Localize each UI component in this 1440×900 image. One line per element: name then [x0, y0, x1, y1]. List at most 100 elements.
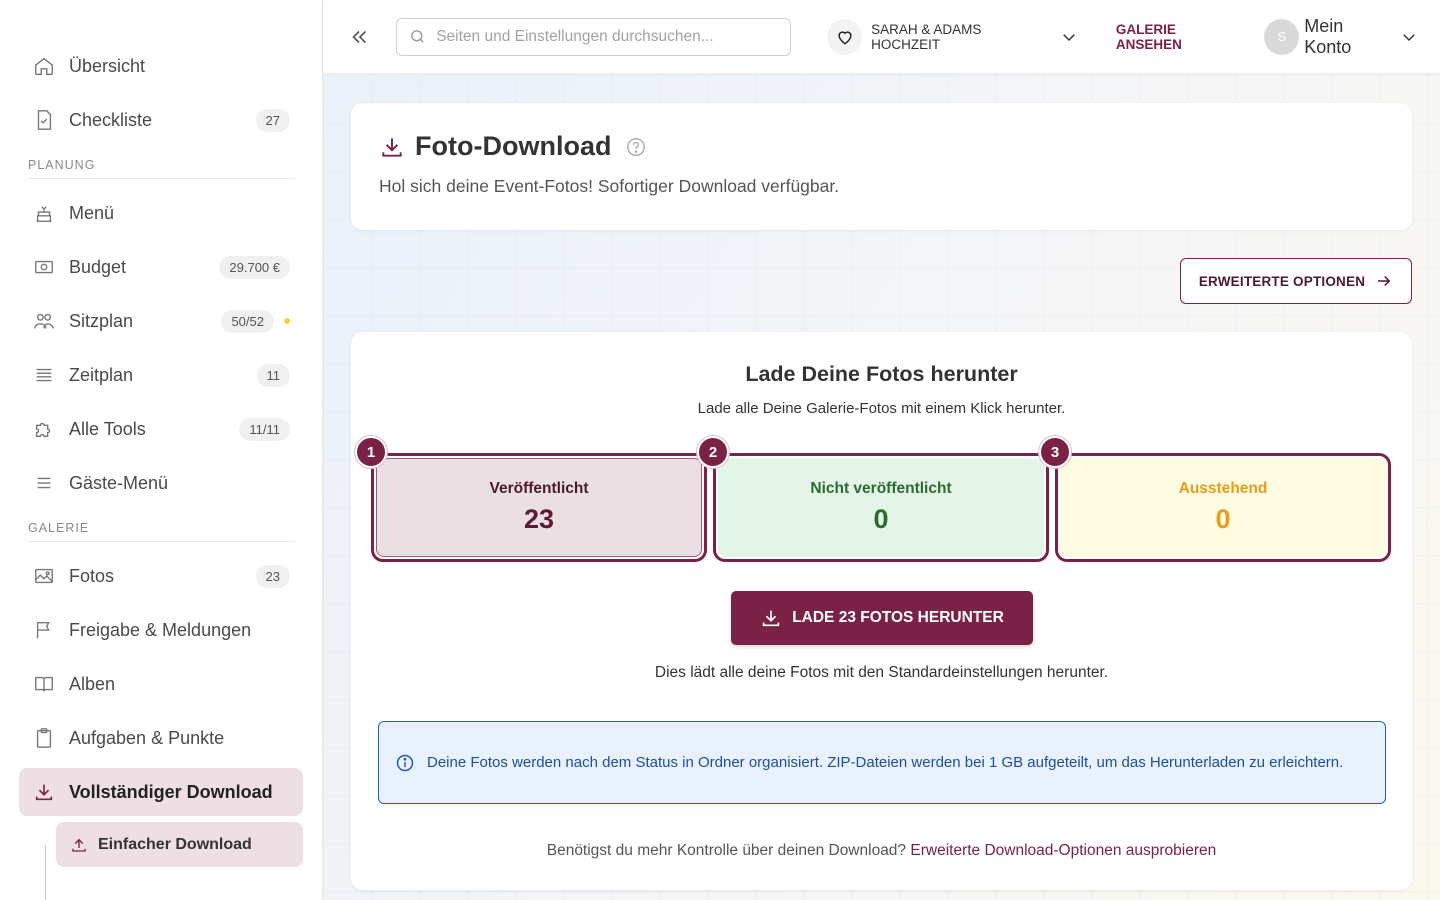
cake-icon [32, 201, 56, 225]
money-icon [32, 255, 56, 279]
arrow-right-icon [1375, 272, 1393, 290]
sidebar-item-guest-menu[interactable]: Gäste-Menü [19, 459, 303, 507]
search-icon [409, 28, 426, 45]
clipboard-icon [32, 726, 56, 750]
footer-prefix: Benötigst du mehr Kontrolle über deinen … [546, 842, 907, 859]
stat-label: Veröffentlicht [489, 480, 589, 497]
stat-label: Ausstehend [1178, 480, 1268, 497]
book-icon [32, 672, 56, 696]
footer-note: Benötigst du mehr Kontrolle über deinen … [351, 842, 1412, 860]
page-header-card: Foto-Download Hol sich deine Event-Fotos… [351, 103, 1412, 230]
heart-icon [827, 18, 863, 55]
stat-value: 0 [1215, 504, 1231, 534]
image-icon [32, 564, 56, 588]
count-badge: 50/52 [221, 309, 274, 333]
sidebar-item-label: Zeitplan [69, 364, 134, 385]
download-button-note: Dies lädt alle deine Fotos mit den Stand… [654, 664, 1109, 681]
advanced-download-link[interactable]: Erweiterte Download-Optionen ausprobiere… [910, 842, 1216, 859]
collapse-sidebar-icon[interactable] [345, 23, 372, 51]
sidebar-item-label: Gäste-Menü [69, 472, 169, 493]
sidebar-item-label: Übersicht [69, 55, 146, 76]
download-description: Lade alle Deine Galerie-Fotos mit einem … [697, 400, 1066, 417]
download-icon [379, 134, 405, 160]
checklist-icon [32, 108, 56, 132]
flag-icon [32, 618, 56, 642]
sidebar: Übersicht Checkliste 27 PLANUNG Menü Bud… [0, 0, 323, 900]
info-text: Deine Fotos werden nach dem Status in Or… [427, 753, 1344, 771]
section-label-gallery: GALERIE [28, 521, 295, 542]
sidebar-item-label: Vollständiger Download [69, 781, 273, 802]
section-label-planning: PLANUNG [28, 158, 295, 179]
sidebar-item-budget[interactable]: Budget 29.700 € [19, 243, 303, 291]
download-icon [760, 607, 782, 629]
stat-unpublished: Nicht veröffentlicht 0 [713, 453, 1049, 562]
step-badge: 3 [1039, 436, 1071, 468]
menu-icon [32, 471, 56, 495]
sidebar-item-label: Menü [69, 202, 115, 223]
page-subtitle: Hol sich deine Event-Fotos! Sofortiger D… [379, 176, 840, 196]
sidebar-item-label: Sitzplan [69, 310, 134, 331]
stat-published: Veröffentlicht 23 [371, 453, 707, 562]
download-icon [32, 780, 56, 804]
page-title: Foto-Download [415, 131, 612, 161]
sidebar-item-albums[interactable]: Alben [19, 660, 303, 708]
search-input[interactable] [436, 27, 777, 46]
sidebar-item-approval[interactable]: Freigabe & Meldungen [19, 606, 303, 654]
sidebar-item-tasks[interactable]: Aufgaben & Punkte [19, 714, 303, 762]
info-icon [395, 753, 415, 773]
advanced-options-label: ERWEITERTE OPTIONEN [1198, 273, 1366, 289]
download-title: Lade Deine Fotos herunter [745, 362, 1018, 386]
stat-pending: Ausstehend 0 [1055, 453, 1391, 562]
download-button-label: LADE 23 FOTOS HERUNTER [792, 609, 1004, 626]
count-badge: 23 [255, 564, 290, 588]
sidebar-item-checklist[interactable]: Checkliste 27 [19, 96, 303, 144]
stat-value: 0 [873, 504, 889, 534]
event-selector[interactable]: SARAH & ADAMS HOCHZEIT [827, 18, 1078, 55]
avatar: S [1264, 18, 1300, 55]
account-menu[interactable]: S Mein Konto [1264, 16, 1418, 58]
sidebar-item-seating[interactable]: Sitzplan 50/52 [19, 297, 303, 345]
count-badge: 11/11 [239, 417, 290, 441]
upload-icon [70, 835, 90, 855]
status-dot [284, 318, 290, 324]
sidebar-item-menu[interactable]: Menü [19, 189, 303, 237]
sidebar-item-timeline[interactable]: Zeitplan 11 [19, 351, 303, 399]
amount-badge: 29.700 € [219, 255, 290, 279]
subnav-line [45, 845, 46, 900]
sidebar-item-label: Alle Tools [69, 418, 146, 439]
sidebar-subitem-label: Einfacher Download [98, 835, 252, 853]
info-alert: Deine Fotos werden nach dem Status in Or… [378, 721, 1386, 804]
step-badge: 2 [697, 436, 729, 468]
sidebar-item-label: Aufgaben & Punkte [69, 727, 225, 748]
main-content: Foto-Download Hol sich deine Event-Fotos… [323, 75, 1440, 900]
view-gallery-link[interactable]: GALERIE ANSEHEN [1116, 22, 1242, 52]
topbar: SARAH & ADAMS HOCHZEIT GALERIE ANSEHEN S… [323, 0, 1440, 74]
people-icon [32, 309, 56, 333]
sidebar-subitem-simple-download[interactable]: Einfacher Download [56, 822, 303, 867]
puzzle-icon [32, 417, 56, 441]
stat-value: 23 [523, 504, 555, 534]
download-photos-button[interactable]: LADE 23 FOTOS HERUNTER [731, 591, 1033, 645]
download-card: Lade Deine Fotos herunter Lade alle Dein… [351, 332, 1412, 890]
help-icon[interactable] [625, 136, 647, 158]
count-badge: 11 [256, 363, 290, 387]
lines-icon [32, 363, 56, 387]
sidebar-item-photos[interactable]: Fotos 23 [19, 552, 303, 600]
sidebar-item-all-tools[interactable]: Alle Tools 11/11 [19, 405, 303, 453]
sidebar-item-label: Checkliste [69, 109, 153, 130]
page-title-row: Foto-Download [379, 131, 1384, 162]
advanced-options-button[interactable]: ERWEITERTE OPTIONEN [1180, 258, 1412, 304]
home-icon [32, 54, 56, 78]
account-label: Mein Konto [1304, 15, 1352, 57]
stat-label: Nicht veröffentlicht [810, 480, 952, 497]
count-badge: 27 [255, 108, 290, 132]
sidebar-item-label: Budget [69, 256, 127, 277]
sidebar-item-label: Fotos [69, 565, 115, 586]
event-name: SARAH & ADAMS HOCHZEIT [871, 21, 982, 52]
sidebar-item-full-download[interactable]: Vollständiger Download [19, 768, 303, 816]
sidebar-item-label: Freigabe & Meldungen [69, 619, 252, 640]
chevron-down-icon [1060, 28, 1078, 46]
sidebar-item-overview[interactable]: Übersicht [19, 42, 303, 90]
search-box[interactable] [396, 17, 792, 56]
chevron-down-icon [1400, 28, 1418, 46]
